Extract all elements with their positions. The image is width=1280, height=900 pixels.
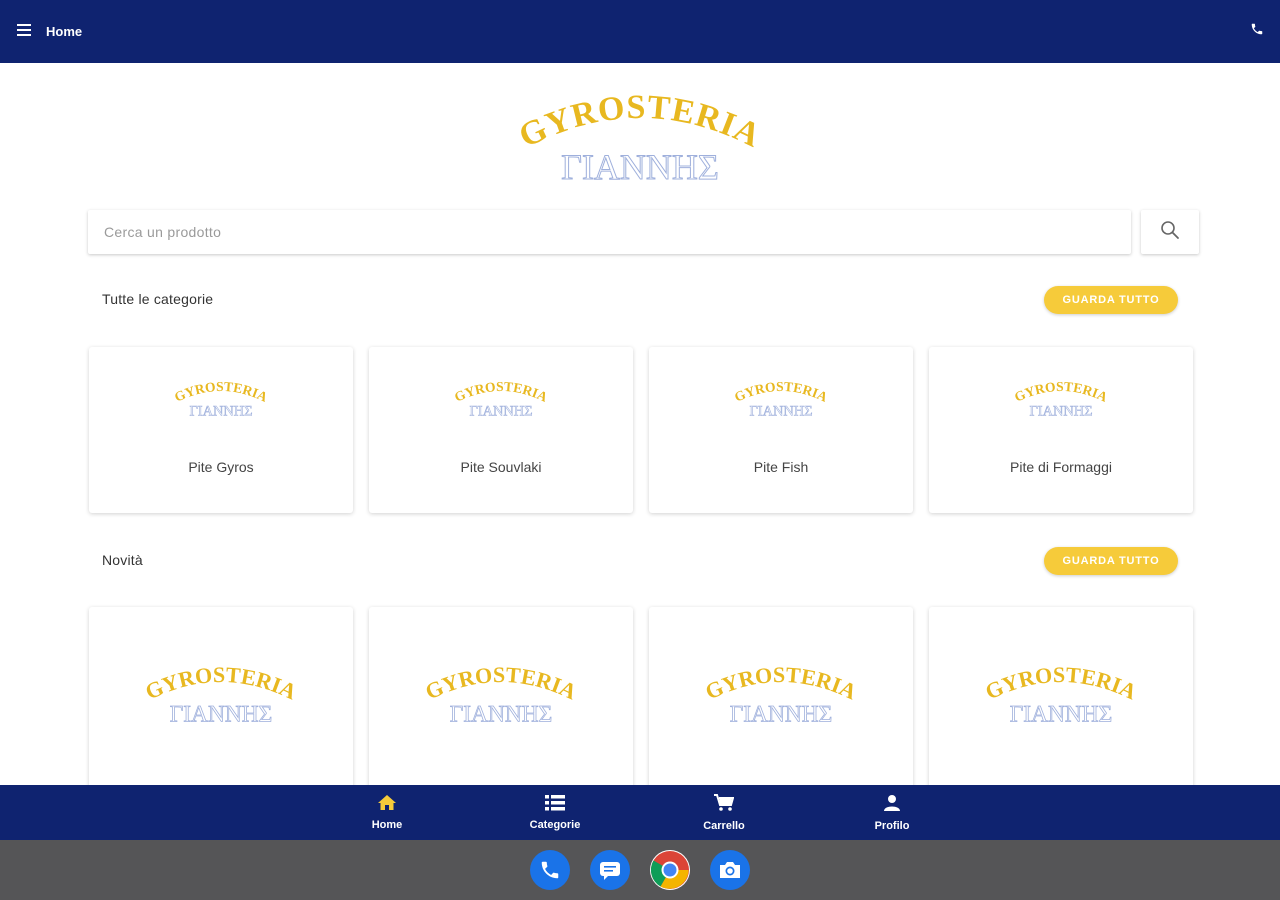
categories-section-title: Tutte le categorie [102, 291, 214, 307]
nav-profilo[interactable]: Profilo [842, 785, 942, 840]
category-logo-image: GYROSTERIA ΓΙΑΝΝΗΣ [452, 377, 550, 421]
svg-text:ΓΙΑΝΝΗΣ: ΓΙΑΝΝΗΣ [749, 403, 812, 419]
news-see-all-button[interactable]: GUARDA TUTTO [1044, 547, 1178, 575]
svg-text:ΓΙΑΝΝΗΣ: ΓΙΑΝΝΗΣ [189, 403, 252, 419]
category-card[interactable]: GYROSTERIA ΓΙΑΝΝΗΣ Pite Gyros [89, 347, 353, 513]
chrome-app-icon[interactable] [650, 850, 690, 890]
svg-text:ΓΙΑΝΝΗΣ: ΓΙΑΝΝΗΣ [469, 403, 532, 419]
category-card[interactable]: GYROSTERIA ΓΙΑΝΝΗΣ Pite di Formaggi [929, 347, 1193, 513]
home-icon [377, 794, 397, 816]
messages-app-icon[interactable] [590, 850, 630, 890]
category-logo-image: GYROSTERIA ΓΙΑΝΝΗΣ [732, 377, 830, 421]
camera-app-icon[interactable] [710, 850, 750, 890]
nav-categorie[interactable]: Categorie [505, 785, 605, 840]
call-button[interactable] [1246, 20, 1268, 42]
svg-text:ΓΙΑΝΝΗΣ: ΓΙΑΝΝΗΣ [561, 147, 719, 187]
product-card[interactable]: GYROSTERIA ΓΙΑΝΝΗΣ [649, 607, 913, 797]
nav-profilo-label: Profilo [874, 819, 910, 832]
product-image: GYROSTERIA ΓΙΑΝΝΗΣ [141, 659, 300, 731]
category-card-label: Pite Gyros [188, 459, 254, 475]
top-app-bar: Home [0, 0, 1280, 63]
bottom-navigation: Home Categorie Carrello Profilo [0, 785, 1280, 840]
svg-text:ΓΙΑΝΝΗΣ: ΓΙΑΝΝΗΣ [1010, 702, 1113, 728]
product-card[interactable]: GYROSTERIA ΓΙΑΝΝΗΣ [929, 607, 1193, 797]
menu-icon [17, 23, 31, 41]
svg-text:GYROSTERIA: GYROSTERIA [143, 662, 299, 705]
svg-text:GYROSTERIA: GYROSTERIA [983, 662, 1139, 705]
page-title: Home [46, 24, 83, 39]
list-icon [545, 794, 565, 816]
svg-text:GYROSTERIA: GYROSTERIA [173, 379, 269, 405]
search-button[interactable] [1141, 210, 1199, 254]
category-card[interactable]: GYROSTERIA ΓΙΑΝΝΗΣ Pite Souvlaki [369, 347, 633, 513]
phone-icon [1250, 22, 1264, 41]
category-card-label: Pite di Formaggi [1010, 459, 1112, 475]
product-card[interactable]: GYROSTERIA ΓΙΑΝΝΗΣ [89, 607, 353, 797]
cart-icon [714, 793, 735, 817]
nav-carrello[interactable]: Carrello [674, 785, 774, 840]
category-logo-image: GYROSTERIA ΓΙΑΝΝΗΣ [172, 377, 270, 421]
nav-home[interactable]: Home [337, 785, 437, 840]
menu-button[interactable] [0, 0, 48, 63]
news-section-title: Novità [102, 552, 143, 568]
product-image: GYROSTERIA ΓΙΑΝΝΗΣ [421, 659, 580, 731]
product-card[interactable]: GYROSTERIA ΓΙΑΝΝΗΣ [369, 607, 633, 797]
nav-categorie-label: Categorie [529, 819, 581, 831]
category-logo-image: GYROSTERIA ΓΙΑΝΝΗΣ [1012, 377, 1110, 421]
svg-text:GYROSTERIA: GYROSTERIA [423, 662, 579, 705]
person-icon [884, 794, 900, 817]
nav-carrello-label: Carrello [703, 819, 745, 832]
svg-text:ΓΙΑΝΝΗΣ: ΓΙΑΝΝΗΣ [170, 702, 273, 728]
svg-text:ΓΙΑΝΝΗΣ: ΓΙΑΝΝΗΣ [730, 702, 833, 728]
search-input[interactable] [88, 210, 1131, 254]
system-dock [0, 840, 1280, 900]
svg-text:GYROSTERIA: GYROSTERIA [453, 379, 549, 405]
svg-text:ΓΙΑΝΝΗΣ: ΓΙΑΝΝΗΣ [450, 702, 553, 728]
svg-text:GYROSTERIA: GYROSTERIA [1013, 379, 1109, 405]
categories-see-all-button[interactable]: GUARDA TUTTO [1044, 286, 1178, 314]
phone-app-icon[interactable] [530, 850, 570, 890]
svg-text:GYROSTERIA: GYROSTERIA [520, 89, 760, 155]
svg-text:GYROSTERIA: GYROSTERIA [703, 662, 859, 705]
svg-text:GYROSTERIA: GYROSTERIA [733, 379, 829, 405]
category-card-label: Pite Souvlaki [460, 459, 542, 475]
product-image: GYROSTERIA ΓΙΑΝΝΗΣ [701, 659, 860, 731]
product-image: GYROSTERIA ΓΙΑΝΝΗΣ [981, 659, 1140, 731]
svg-text:ΓΙΑΝΝΗΣ: ΓΙΑΝΝΗΣ [1029, 403, 1092, 419]
brand-logo: GYROSTERIA ΓΙΑΝΝΗΣ [513, 88, 765, 188]
search-field-container [88, 210, 1131, 254]
search-icon [1160, 220, 1180, 245]
nav-home-label: Home [371, 819, 403, 831]
category-card-label: Pite Fish [753, 459, 809, 475]
category-card[interactable]: GYROSTERIA ΓΙΑΝΝΗΣ Pite Fish [649, 347, 913, 513]
